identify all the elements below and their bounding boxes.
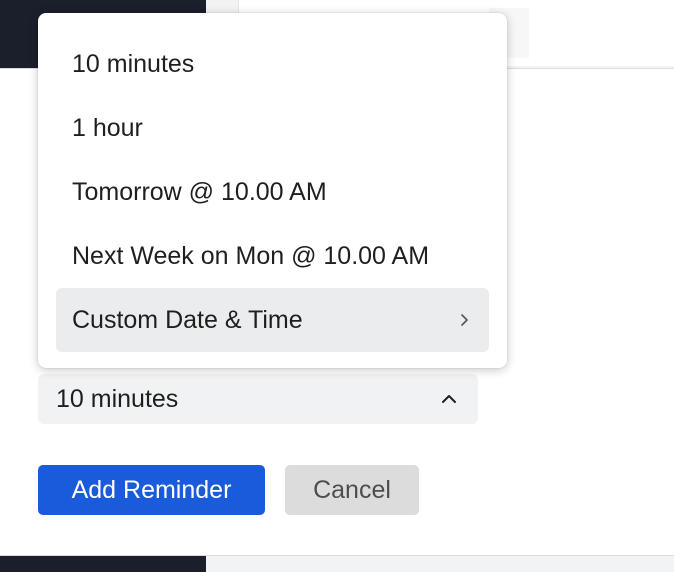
reminder-time-select[interactable]: 10 minutes	[38, 374, 478, 424]
menu-item-label: 10 minutes	[72, 49, 195, 78]
menu-item-10-minutes[interactable]: 10 minutes	[56, 32, 489, 96]
chevron-right-icon	[455, 311, 473, 329]
add-reminder-button[interactable]: Add Reminder	[38, 465, 265, 515]
reminder-time-dropdown: 10 minutes 1 hour Tomorrow @ 10.00 AM Ne…	[38, 13, 507, 368]
menu-item-1-hour[interactable]: 1 hour	[56, 96, 489, 160]
menu-item-label: Tomorrow @ 10.00 AM	[72, 177, 327, 206]
cancel-button[interactable]: Cancel	[285, 465, 419, 515]
reminder-time-select-value: 10 minutes	[56, 384, 179, 413]
menu-item-label: Custom Date & Time	[72, 305, 303, 334]
menu-item-label: Next Week on Mon @ 10.00 AM	[72, 241, 430, 270]
menu-item-tomorrow[interactable]: Tomorrow @ 10.00 AM	[56, 160, 489, 224]
menu-item-custom-date-time[interactable]: Custom Date & Time	[56, 288, 489, 352]
chevron-up-icon[interactable]	[438, 388, 460, 410]
menu-item-label: 1 hour	[72, 113, 143, 142]
menu-item-next-week[interactable]: Next Week on Mon @ 10.00 AM	[56, 224, 489, 288]
